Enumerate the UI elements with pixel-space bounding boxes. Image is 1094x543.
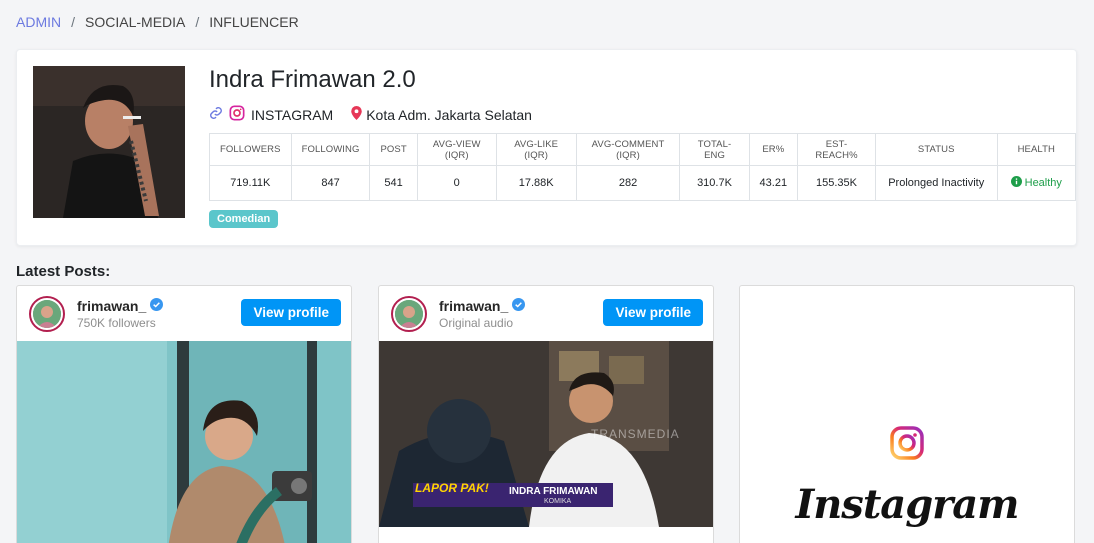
avatar[interactable] [391, 296, 427, 332]
profile-card: Indra Frimawan 2.0 INSTAGRAM Kota Adm. J… [16, 49, 1077, 246]
profile-meta: INSTAGRAM Kota Adm. Jakarta Selatan [209, 105, 532, 124]
stats-header-avg-view: AVG-VIEW (IQR) [416, 133, 497, 166]
breadcrumb-social-media[interactable]: SOCIAL-MEDIA [85, 14, 185, 30]
view-profile-button[interactable]: View profile [241, 299, 341, 326]
stat-post: 541 [369, 165, 418, 201]
lower-third-show: LAPOR PAK! [415, 481, 489, 495]
post-card-1: frimawan_ 750K followers View profile [16, 285, 352, 543]
post-image[interactable] [17, 341, 351, 543]
stat-avg-view: 0 [416, 165, 497, 201]
post-subtitle: Original audio [439, 316, 514, 330]
stats-header-post: POST [369, 133, 418, 166]
verified-badge-icon [512, 298, 526, 314]
username-label[interactable]: frimawan_ [77, 298, 146, 314]
verified-badge-icon [150, 298, 164, 314]
post-subtitle: 750K followers [77, 316, 156, 330]
stats-header-following: FOLLOWING [290, 133, 371, 166]
influencer-name: Indra Frimawan 2.0 [209, 66, 416, 93]
post-header: frimawan_ 750K followers View profile [17, 286, 351, 341]
stat-avg-comment: 282 [575, 165, 681, 201]
location: Kota Adm. Jakarta Selatan [351, 106, 532, 123]
breadcrumb-influencer: INFLUENCER [209, 14, 299, 30]
view-profile-button[interactable]: View profile [603, 299, 703, 326]
stats-header-avg-like: AVG-LIKE (IQR) [495, 133, 577, 166]
stat-avg-like: 17.88K [495, 165, 577, 201]
instagram-embed-placeholder[interactable]: Instagram [739, 285, 1075, 543]
stat-status: Prolonged Inactivity [874, 165, 998, 201]
stats-header-row: FOLLOWERS FOLLOWING POST AVG-VIEW (IQR) … [209, 133, 1077, 166]
instagram-icon [229, 105, 245, 124]
health-badge: Healthy [1010, 176, 1062, 190]
info-circle-icon [1010, 176, 1022, 190]
stats-value-row: 719.11K 847 541 0 17.88K 282 310.7K 43.2… [209, 165, 1077, 201]
stats-header-followers: FOLLOWERS [209, 133, 292, 166]
stat-followers: 719.11K [209, 165, 292, 201]
location-label: Kota Adm. Jakarta Selatan [366, 106, 532, 123]
stats-header-status: STATUS [874, 133, 998, 166]
stat-health: Healthy [996, 165, 1077, 201]
stats-header-er: ER% [748, 133, 799, 166]
lower-third-name: INDRA FRIMAWAN [509, 486, 598, 497]
username-label[interactable]: frimawan_ [439, 298, 508, 314]
map-pin-icon [351, 106, 362, 123]
post-card-2: frimawan_ Original audio View profile LA… [378, 285, 714, 543]
stat-er: 43.21 [748, 165, 799, 201]
link-icon[interactable] [209, 106, 223, 123]
profile-photo [33, 66, 185, 218]
platform-label: INSTAGRAM [251, 106, 334, 123]
breadcrumb: ADMIN / SOCIAL-MEDIA / INFLUENCER [16, 14, 299, 30]
category-tag: Comedian [209, 210, 279, 228]
stats-header-total-eng: TOTAL-ENG [679, 133, 750, 166]
stats-table: FOLLOWERS FOLLOWING POST AVG-VIEW (IQR) … [209, 133, 1077, 201]
breadcrumb-separator: / [71, 14, 76, 30]
stat-total-eng: 310.7K [679, 165, 750, 201]
lower-third-role: KOMIKA [544, 498, 572, 505]
stats-header-health: HEALTH [996, 133, 1077, 166]
instagram-wordmark: Instagram [795, 481, 1020, 528]
breadcrumb-admin[interactable]: ADMIN [16, 14, 61, 30]
breadcrumb-separator: / [195, 14, 200, 30]
stat-following: 847 [290, 165, 371, 201]
post-username[interactable]: frimawan_ [77, 298, 164, 314]
tv-watermark: TRANSMEDIA [591, 427, 680, 441]
stats-header-est-reach: EST-REACH% [797, 133, 876, 166]
post-header: frimawan_ Original audio View profile [379, 286, 713, 341]
post-video-thumbnail[interactable]: LAPOR PAK! INDRA FRIMAWAN KOMIKA TRANSME… [379, 341, 713, 527]
avatar[interactable] [29, 296, 65, 332]
instagram-logo-icon [890, 426, 924, 460]
health-label: Healthy [1024, 177, 1062, 189]
stat-est-reach: 155.35K [797, 165, 876, 201]
post-username[interactable]: frimawan_ [439, 298, 526, 314]
stats-header-avg-comment: AVG-COMMENT (IQR) [575, 133, 681, 166]
latest-posts-title: Latest Posts: [16, 263, 111, 280]
